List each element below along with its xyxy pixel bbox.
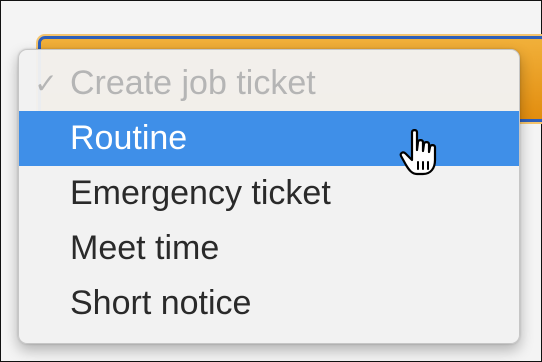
menu-item-short-notice[interactable]: Short notice — [19, 276, 519, 331]
menu-item-label: Short notice — [70, 284, 252, 322]
menu-item-label: Emergency ticket — [70, 174, 331, 212]
menu-item-routine[interactable]: Routine — [19, 111, 519, 166]
menu-item-emergency-ticket[interactable]: Emergency ticket — [19, 166, 519, 221]
menu-item-label: Create job ticket — [70, 64, 316, 102]
checkmark-icon: ✓ — [34, 68, 58, 99]
menu-item-create-job-ticket: ✓ Create job ticket — [19, 56, 519, 111]
window-frame: ✓ Create job ticket Routine Emergency ti… — [0, 0, 542, 362]
pointing-hand-cursor-icon — [399, 129, 437, 176]
menu-item-label: Meet time — [70, 229, 220, 267]
menu-item-label: Routine — [70, 119, 188, 157]
dropdown-menu: ✓ Create job ticket Routine Emergency ti… — [18, 49, 520, 344]
menu-item-meet-time[interactable]: Meet time — [19, 221, 519, 276]
